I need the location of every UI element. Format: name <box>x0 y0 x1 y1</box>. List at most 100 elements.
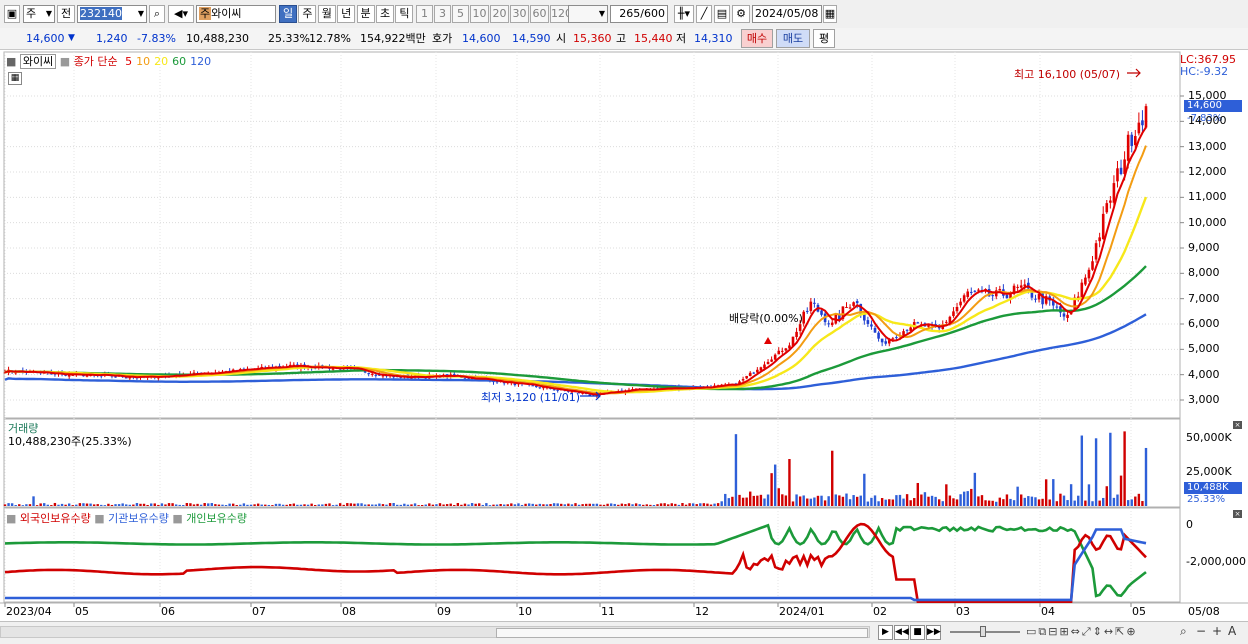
candle-body <box>784 348 788 351</box>
volume-bar <box>1023 497 1026 506</box>
volume-bar <box>278 503 281 506</box>
gear-icon[interactable]: ⚙ <box>732 5 750 23</box>
interval-button[interactable]: 1 <box>416 5 433 23</box>
interval-button[interactable]: 30 <box>510 5 529 23</box>
volume-bar <box>224 505 228 506</box>
volume-bar <box>317 504 320 506</box>
period-button[interactable]: 년 <box>337 5 356 23</box>
close-icon[interactable]: × <box>1233 421 1242 429</box>
candle-body <box>927 325 930 327</box>
price-axis-tick: 4,000 <box>1188 367 1220 381</box>
interval-button[interactable]: 20 <box>490 5 509 23</box>
prev-button[interactable]: 전 <box>57 5 75 23</box>
volume-bar <box>3 504 7 506</box>
candle-body <box>756 369 759 373</box>
scrollbar-thumb[interactable] <box>496 628 868 638</box>
sell-button[interactable]: 매도 <box>776 29 810 48</box>
stock-chart[interactable] <box>0 49 1248 621</box>
period-button[interactable]: 틱 <box>395 5 414 23</box>
avg-button[interactable]: 평 <box>813 29 835 48</box>
fast-forward-icon[interactable]: ▶▶ <box>926 625 941 640</box>
volume-bar <box>688 503 691 506</box>
volume-bar <box>417 505 420 506</box>
bid-label: 호가 <box>432 32 453 45</box>
volume-bar <box>463 503 467 506</box>
volume-bar <box>470 503 474 506</box>
table-view-icon[interactable]: ▦ <box>8 72 22 85</box>
volume-bar <box>677 504 681 506</box>
price-change-pct: -7.83% <box>137 32 176 45</box>
candle-body <box>1098 237 1101 242</box>
volume-bar <box>902 498 905 506</box>
close-icon[interactable]: × <box>1233 510 1242 518</box>
volume-bar <box>567 503 570 506</box>
drawing-tools[interactable]: ▭⧉⊟⊞⇔⤢⇕↔⇱⊕ <box>1026 625 1138 639</box>
volume-bar <box>884 499 887 506</box>
period-button[interactable]: 월 <box>317 5 336 23</box>
volume-bar <box>428 503 431 506</box>
volume-info: 10,488,230주(25.33%) <box>8 435 132 448</box>
window-menu-icon[interactable]: ▣ <box>4 5 20 23</box>
horizontal-scrollbar[interactable] <box>0 626 870 638</box>
candle-body <box>991 295 994 297</box>
candle-body <box>866 320 870 324</box>
zoom-slider-handle[interactable] <box>980 626 986 637</box>
volume-bar <box>745 497 748 506</box>
period-button[interactable]: 분 <box>356 5 375 23</box>
x-axis-label: 05 <box>75 605 89 618</box>
volume-bar <box>413 503 417 506</box>
rewind-icon[interactable]: ◀◀ <box>894 625 909 640</box>
volume-bar <box>806 498 809 506</box>
custom-interval-select[interactable]: ▼ <box>568 5 608 23</box>
volume-bar <box>1005 494 1009 506</box>
calendar-icon[interactable]: ▦ <box>823 5 837 23</box>
volume-bar <box>998 497 1002 506</box>
save-icon[interactable]: ▤ <box>714 5 730 23</box>
candle-body <box>1137 122 1141 134</box>
font-size-icon[interactable]: A <box>1228 624 1236 638</box>
volume-bar <box>182 505 185 506</box>
period-button[interactable]: 일 <box>279 5 297 23</box>
candle-body <box>905 329 909 331</box>
interval-button[interactable]: 60 <box>530 5 549 23</box>
volume-bar <box>1084 500 1087 506</box>
volume-bar <box>349 503 353 506</box>
zoom-slider[interactable] <box>950 626 1020 637</box>
interval-button[interactable]: 3 <box>434 5 451 23</box>
volume-bar <box>396 504 399 506</box>
volume-bar <box>328 503 331 506</box>
interval-button[interactable]: 10 <box>470 5 489 23</box>
line-tool-icon[interactable]: ╱ <box>696 5 712 23</box>
period-button[interactable]: 주 <box>298 5 317 23</box>
volume-bar <box>424 504 427 506</box>
scroll-right-icon[interactable]: ▶ <box>878 625 893 640</box>
count-field[interactable]: 265/600 <box>610 5 668 23</box>
sound-icon[interactable]: ◀▾ <box>168 5 194 23</box>
volume-bar <box>898 494 902 506</box>
stock-name-label[interactable]: 와이씨 <box>19 54 57 69</box>
buy-button[interactable]: 매수 <box>741 29 773 48</box>
volume-bar <box>399 504 402 506</box>
period-button[interactable]: 초 <box>376 5 394 23</box>
volume-bar <box>927 496 930 506</box>
date-field[interactable]: 2024/05/08 <box>752 5 822 23</box>
volume-bar <box>310 503 313 506</box>
zoom-out-icon[interactable]: − <box>1196 624 1206 638</box>
price-axis-tick: 11,000 <box>1188 190 1227 204</box>
volume-bar <box>157 504 160 506</box>
volume-bar <box>449 503 452 506</box>
zoom-in-icon[interactable]: + <box>1212 624 1222 638</box>
stop-icon[interactable]: ■ <box>910 625 925 640</box>
volume-bar <box>855 496 859 506</box>
stock-name-field[interactable]: 주와이씨 <box>196 5 276 23</box>
volume-bar <box>1034 497 1037 506</box>
market-select[interactable]: 주 ▼ <box>23 5 55 23</box>
code-input[interactable]: 232140 ▼ <box>77 5 147 23</box>
candle-type-icon[interactable]: ╫▾ <box>674 5 694 23</box>
volume-bar <box>1044 479 1048 506</box>
volume-bar <box>75 504 78 506</box>
search-icon[interactable]: ⌕ <box>149 5 165 23</box>
search-icon[interactable]: ⌕ <box>1180 624 1187 639</box>
volume-bar <box>609 503 613 506</box>
interval-button[interactable]: 5 <box>452 5 469 23</box>
